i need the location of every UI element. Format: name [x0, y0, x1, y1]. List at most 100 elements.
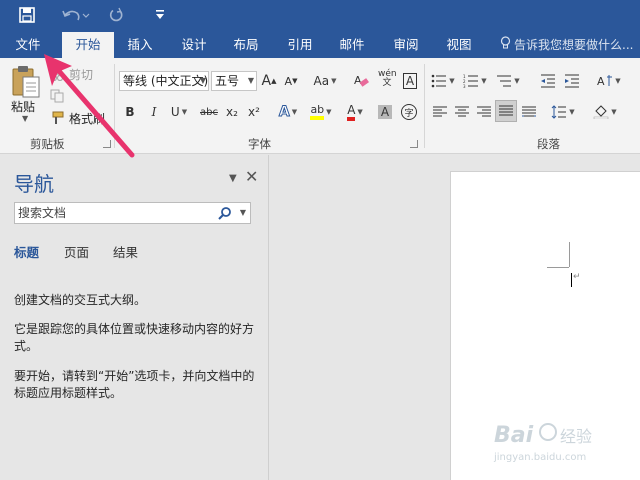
- tab-file[interactable]: 文件: [6, 32, 50, 58]
- nav-help-text-2: 它是跟踪您的具体位置或快速移动内容的好方式。: [14, 322, 255, 353]
- format-painter-button[interactable]: 格式刷: [50, 108, 105, 128]
- subscript-button[interactable]: x₂: [222, 101, 242, 123]
- align-center-button[interactable]: [452, 101, 472, 123]
- paste-button[interactable]: 粘贴: [11, 98, 35, 115]
- tab-view[interactable]: 视图: [437, 32, 481, 58]
- phonetic-guide-button[interactable]: wén 文: [376, 68, 398, 90]
- crop-mark: [547, 267, 569, 268]
- character-border-icon: A: [402, 73, 418, 89]
- shrink-font-icon: A: [284, 74, 293, 88]
- justify-icon: [499, 105, 513, 116]
- font-launcher-icon[interactable]: [410, 140, 418, 148]
- text-cursor: [571, 273, 572, 287]
- highlight-icon: ab: [310, 104, 325, 120]
- character-shading-button[interactable]: A: [375, 101, 395, 123]
- bold-button[interactable]: B: [121, 101, 139, 123]
- paragraph-mark-icon: ↵: [573, 272, 581, 282]
- shading-button[interactable]: ▼: [590, 101, 620, 123]
- paste-dropdown-icon[interactable]: ▼: [22, 114, 28, 123]
- character-border-button[interactable]: A: [400, 70, 420, 92]
- change-case-icon: Aa: [313, 74, 330, 88]
- strikethrough-button[interactable]: abc: [198, 101, 220, 123]
- font-color-button[interactable]: A ▼: [340, 101, 370, 123]
- format-painter-icon: [50, 111, 66, 125]
- crop-mark: [569, 242, 570, 267]
- nav-tab-results[interactable]: 结果: [113, 242, 138, 261]
- decrease-indent-button[interactable]: [538, 70, 558, 92]
- clipboard-group-label: 剪贴板: [30, 137, 65, 151]
- pane-options-icon[interactable]: ▼: [229, 173, 237, 184]
- svg-text:3: 3: [463, 84, 466, 88]
- search-input[interactable]: 搜索文档 ▼: [14, 202, 251, 224]
- save-icon[interactable]: [16, 4, 38, 26]
- asian-layout-button[interactable]: A ▼: [594, 70, 624, 92]
- numbering-button[interactable]: 1 2 3 ▼: [462, 70, 488, 92]
- grow-font-button[interactable]: A ▲: [261, 70, 277, 92]
- bullets-icon: [431, 74, 447, 88]
- svg-text:jingyan.baidu.com: jingyan.baidu.com: [493, 452, 586, 463]
- tab-mailings[interactable]: 邮件: [330, 32, 374, 58]
- superscript-button[interactable]: x²: [244, 101, 264, 123]
- paste-icon[interactable]: [10, 64, 42, 100]
- clear-formatting-button[interactable]: A: [350, 70, 372, 92]
- underline-button[interactable]: U ▼: [166, 101, 192, 123]
- justify-button[interactable]: [495, 100, 517, 122]
- watermark-logo: Bai 经验 jingyan.baidu.com: [490, 410, 640, 480]
- paragraph-group-label: 段落: [537, 137, 560, 151]
- svg-text:Bai: Bai: [494, 423, 534, 448]
- text-effects-button[interactable]: A ▼: [274, 101, 302, 123]
- svg-text:经验: 经验: [560, 427, 592, 446]
- increase-indent-icon: [565, 74, 579, 88]
- search-icon[interactable]: [218, 206, 232, 220]
- decrease-indent-icon: [541, 74, 555, 88]
- shrink-font-button[interactable]: A ▼: [283, 70, 299, 92]
- paint-bucket-icon: [594, 105, 609, 119]
- cut-label: 剪切: [69, 67, 94, 82]
- undo-icon[interactable]: [58, 4, 94, 26]
- cut-button[interactable]: 剪切: [50, 64, 93, 84]
- italic-button[interactable]: I: [145, 101, 163, 123]
- svg-text:A: A: [354, 74, 362, 87]
- format-painter-label: 格式刷: [69, 111, 106, 126]
- align-right-icon: [477, 106, 491, 117]
- align-left-button[interactable]: [430, 101, 450, 123]
- tab-references[interactable]: 引用: [278, 32, 322, 58]
- tab-review[interactable]: 审阅: [384, 32, 428, 58]
- close-icon[interactable]: ✕: [245, 167, 258, 186]
- tab-home[interactable]: 开始: [62, 32, 114, 58]
- clipboard-launcher-icon[interactable]: [103, 140, 111, 148]
- strikethrough-icon: abc: [200, 106, 218, 118]
- distributed-button[interactable]: [519, 101, 539, 123]
- font-size-dropdown[interactable]: 五号 ▼: [211, 71, 257, 91]
- nav-tab-headings[interactable]: 标题: [14, 242, 39, 261]
- italic-icon: I: [151, 105, 157, 119]
- subscript-icon: x₂: [226, 105, 238, 119]
- tab-insert[interactable]: 插入: [118, 32, 162, 58]
- tab-design[interactable]: 设计: [172, 32, 216, 58]
- align-right-button[interactable]: [474, 101, 494, 123]
- chevron-down-icon[interactable]: ▼: [240, 203, 246, 223]
- highlight-button[interactable]: ab ▼: [306, 101, 336, 123]
- font-color-icon: A: [347, 103, 356, 121]
- distributed-icon: [522, 106, 536, 117]
- bullets-button[interactable]: ▼: [430, 70, 456, 92]
- scissors-icon: [50, 67, 66, 82]
- redo-icon[interactable]: [104, 4, 128, 26]
- increase-indent-button[interactable]: [562, 70, 582, 92]
- tab-layout[interactable]: 布局: [224, 32, 268, 58]
- enclose-characters-button[interactable]: 字: [398, 101, 420, 123]
- nav-help-text-1: 创建文档的交互式大纲。: [14, 293, 147, 307]
- copy-button[interactable]: [50, 86, 69, 106]
- enclose-characters-icon: 字: [401, 104, 417, 120]
- asian-layout-icon: A: [597, 75, 613, 88]
- font-name-dropdown[interactable]: 等线 (中文正文) ▼: [119, 71, 209, 91]
- change-case-button[interactable]: Aa ▼: [308, 70, 342, 92]
- superscript-icon: x²: [248, 105, 260, 119]
- navigation-pane: 导航 ▼ ✕ 搜索文档 ▼ 标题 页面 结果 创建文档的交互式大纲。 它是跟踪您…: [0, 155, 269, 480]
- customize-icon[interactable]: [148, 4, 172, 26]
- nav-tab-pages[interactable]: 页面: [64, 242, 89, 261]
- svg-text:A: A: [597, 75, 605, 88]
- line-spacing-button[interactable]: ▼: [548, 101, 578, 123]
- tell-me-box[interactable]: 告诉我您想要做什么...: [500, 32, 640, 58]
- multilevel-list-button[interactable]: ▼: [494, 70, 522, 92]
